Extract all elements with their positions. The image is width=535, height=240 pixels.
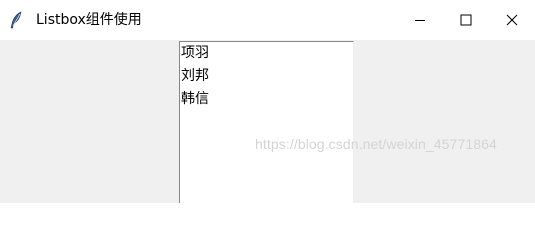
close-icon xyxy=(506,11,518,30)
minimize-icon xyxy=(414,11,426,30)
window-title: Listbox组件使用 xyxy=(36,12,142,28)
feather-icon xyxy=(8,11,24,29)
listbox[interactable]: 项羽 刘邦 韩信 xyxy=(179,41,354,203)
list-item[interactable]: 项羽 xyxy=(180,42,353,65)
list-item[interactable]: 刘邦 xyxy=(180,65,353,88)
title-bar[interactable]: Listbox组件使用 xyxy=(0,0,535,40)
minimize-button[interactable] xyxy=(397,0,443,40)
app-window: Listbox组件使用 项羽 刘邦 韩信 https://blog.csdn.n… xyxy=(0,0,535,203)
close-button[interactable] xyxy=(489,0,535,40)
window-client-area: 项羽 刘邦 韩信 xyxy=(0,40,535,203)
maximize-icon xyxy=(460,11,472,30)
list-item[interactable]: 韩信 xyxy=(180,88,353,111)
maximize-button[interactable] xyxy=(443,0,489,40)
watermark-text: https://blog.csdn.net/weixin_45771864 xyxy=(255,136,497,152)
